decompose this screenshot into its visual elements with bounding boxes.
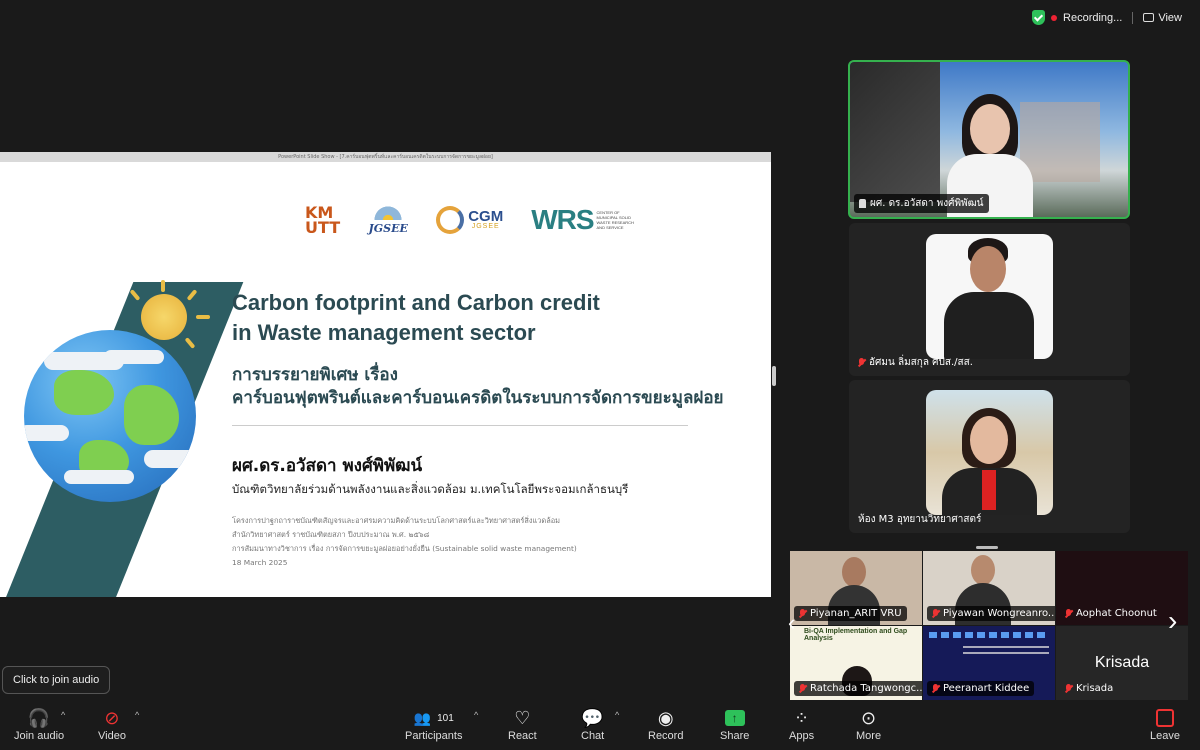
participants-button[interactable]: 👥 101 Participants [405, 706, 462, 743]
participant-name-tag: Piyanan_ARIT VRU [794, 606, 907, 621]
participant-name-tag: Krisada [1060, 681, 1118, 696]
event-details: โครงการปาฐกถาราชบัณฑิตสัญจรและอาศรมความค… [232, 516, 577, 567]
record-icon: ◉ [657, 707, 674, 728]
join-audio-button[interactable]: 🎧 Join audio [14, 706, 64, 743]
participant-count: 101 [437, 712, 454, 724]
recording-label: Recording... [1063, 11, 1123, 24]
muted-mic-icon [799, 608, 806, 619]
muted-mic-icon [799, 683, 806, 694]
chevron-right-icon[interactable]: › [1168, 605, 1177, 637]
gallery-tile[interactable]: Piyawan Wongreanro... [923, 551, 1055, 625]
muted-mic-icon [1065, 683, 1072, 694]
slideshow-titlebar: PowerPoint Slide Show - [7.คาร์บอนฟุตพริ… [0, 152, 771, 162]
meeting-toolbar: 🎧 Join audio ^ ⊘ Video ^ 👥 101 Participan… [0, 700, 1200, 750]
recording-indicator[interactable]: Recording... [1032, 10, 1122, 25]
logo-row: KM UTT JGSEE CGM JGSEE WRS CENTER OF MUNI… [305, 204, 637, 236]
gallery-tile[interactable]: Piyanan_ARIT VRU [790, 551, 922, 625]
participant-name-tag: ผศ. ดร.อวัสดา พงศ์พิพัฒน์ [854, 194, 989, 213]
slide-title-english: Carbon footprint and Carbon credit in Wa… [232, 290, 600, 345]
headphones-icon: 🎧 [27, 707, 51, 728]
participant-big-name: Krisada [1094, 654, 1150, 671]
video-tile-participant[interactable]: อัศมน ลิ่มสกุล ศปส./สส. [849, 223, 1130, 376]
chevron-up-icon[interactable]: ^ [61, 710, 65, 720]
participant-name-tag: Peeranart Kiddee [927, 681, 1035, 696]
chat-button[interactable]: 💬 Chat [581, 706, 604, 743]
top-status-bar: Recording... View [1032, 10, 1182, 25]
chat-icon: 💬 [581, 707, 604, 728]
participant-name-tag: Piyawan Wongreanro... [927, 606, 1055, 621]
share-button[interactable]: ↑ Share [720, 706, 749, 742]
video-off-icon: ⊘ [104, 707, 120, 728]
avatar [926, 234, 1053, 359]
chevron-left-icon[interactable]: ‹ [788, 610, 795, 636]
view-label: View [1158, 11, 1182, 24]
pin-icon [859, 199, 866, 208]
shield-icon [1032, 10, 1046, 25]
building-background [850, 62, 940, 202]
leave-icon [1155, 709, 1174, 727]
participant-name-tag: อัศมน ลิ่มสกุล ศปส./สส. [853, 353, 978, 372]
participant-name-tag: ห้อง M3 อุทยานวิทยาศาสตร์ [858, 514, 982, 525]
apps-icon: ⁘ [793, 707, 810, 728]
muted-mic-icon [1065, 608, 1072, 619]
grid-icon [1143, 13, 1155, 22]
chevron-up-icon[interactable]: ^ [474, 710, 478, 720]
avatar [926, 390, 1053, 515]
globe-illustration [24, 330, 196, 502]
record-button[interactable]: ◉ Record [648, 706, 683, 743]
building-background [1020, 102, 1100, 182]
more-icon: ⊙ [860, 707, 877, 728]
muted-mic-icon [932, 683, 939, 694]
chevron-up-icon[interactable]: ^ [135, 710, 139, 720]
participant-name-tag: Aophat Choonut [1060, 606, 1162, 621]
chevron-up-icon[interactable]: ^ [615, 710, 619, 720]
video-button[interactable]: ⊘ Video [98, 706, 126, 743]
speaker-affiliation: บัณฑิตวิทยาลัยร่วมด้านพลังงานและสิ่งแวดล… [232, 482, 629, 496]
wrs-logo: WRS CENTER OF MUNICIPAL SOLID WASTE RESE… [531, 204, 634, 235]
more-button[interactable]: ⊙ More [856, 706, 881, 743]
gallery-tile[interactable]: Bi-QA Implementation and Gap Analysis Ra… [790, 626, 922, 700]
leave-button[interactable]: Leave [1150, 706, 1180, 742]
react-button[interactable]: ♡ React [508, 706, 537, 743]
sun-illustration [141, 294, 187, 340]
kmutt-logo: KM UTT [305, 203, 341, 237]
heart-icon: ♡ [514, 707, 531, 728]
join-audio-tooltip: Click to join audio [2, 666, 111, 694]
zoom-meeting-window: Recording... View PowerPoint Slide Show … [0, 0, 1200, 750]
slide-content: KM UTT JGSEE CGM JGSEE WRS CENTER OF MUNI… [0, 162, 771, 597]
divider [232, 425, 688, 426]
muted-mic-icon [858, 357, 865, 368]
gallery-tile[interactable]: Peeranart Kiddee [923, 626, 1055, 700]
gallery-tile[interactable]: Krisada Krisada [1056, 626, 1188, 700]
speaker-name: ผศ.ดร.อวัสดา พงศ์พิพัฒน์ [232, 456, 423, 476]
jgsee-logo: JGSEE [368, 205, 409, 235]
participant-name-tag: Ratchada Tangwongc... [794, 681, 922, 696]
record-dot-icon [1051, 14, 1058, 21]
view-button[interactable]: View [1143, 12, 1182, 24]
muted-mic-icon [932, 608, 939, 619]
slide-title-thai: การบรรยายพิเศษ เรื่อง คาร์บอนฟุตพรินต์แล… [232, 365, 724, 408]
participants-icon: 👥 101 [413, 709, 454, 726]
shared-screen[interactable]: PowerPoint Slide Show - [7.คาร์บอนฟุตพริ… [0, 152, 771, 597]
video-tile-active-speaker[interactable]: ผศ. ดร.อวัสดา พงศ์พิพัฒน์ [848, 60, 1130, 219]
split-view-handle[interactable] [772, 366, 776, 386]
video-tile-participant[interactable]: ห้อง M3 อุทยานวิทยาศาสตร์ [849, 380, 1130, 533]
cgm-logo: CGM JGSEE [436, 206, 503, 234]
gallery-resize-handle[interactable] [976, 546, 998, 549]
divider [1132, 11, 1134, 24]
share-screen-icon: ↑ [724, 710, 745, 726]
apps-button[interactable]: ⁘ Apps [789, 706, 814, 743]
